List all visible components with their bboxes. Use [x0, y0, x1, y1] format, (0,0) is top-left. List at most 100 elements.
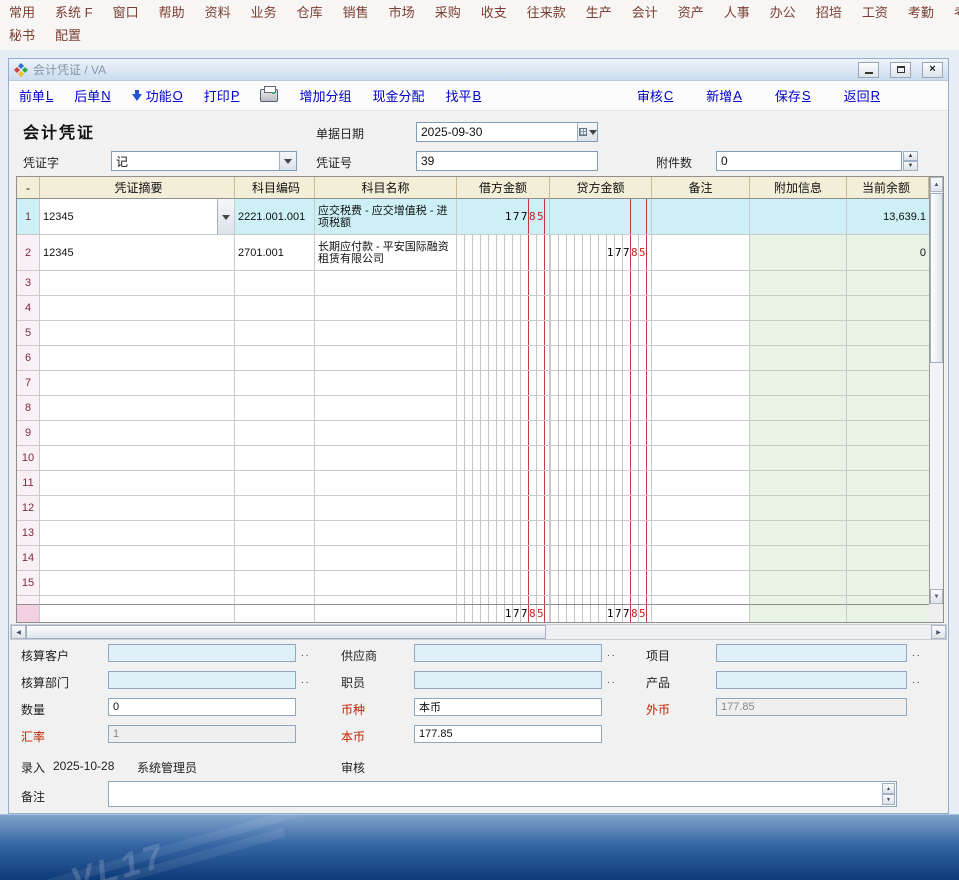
department-browse-button[interactable]: .. — [301, 675, 311, 686]
menu-item[interactable]: 销售 — [343, 2, 369, 21]
cell-summary[interactable] — [40, 571, 235, 596]
cell-extra-info[interactable] — [750, 571, 847, 596]
cell-debit[interactable] — [457, 596, 550, 604]
product-browse-button[interactable]: .. — [912, 675, 922, 686]
cell-summary[interactable] — [40, 396, 235, 421]
cell-remark[interactable] — [652, 496, 750, 521]
cell-credit[interactable] — [550, 446, 652, 471]
spinner-down-button[interactable]: ▼ — [882, 794, 895, 805]
close-button[interactable]: × — [922, 62, 943, 78]
scroll-left-button[interactable]: ◀ — [11, 625, 26, 639]
row-number[interactable] — [17, 604, 40, 622]
summary-dropdown-button[interactable] — [217, 199, 234, 234]
menu-item[interactable]: 招培 — [816, 2, 842, 21]
cell-remark[interactable] — [652, 471, 750, 496]
cell-debit[interactable] — [457, 235, 550, 271]
cell-account-code[interactable]: 2701.001 — [235, 235, 315, 271]
project-browse-button[interactable]: .. — [912, 648, 922, 659]
staff-input[interactable] — [414, 671, 602, 689]
menu-item[interactable]: 工资 — [862, 2, 888, 21]
cell-remark[interactable] — [652, 521, 750, 546]
toolbar-add-group-button[interactable]: 增加分组 — [299, 86, 351, 105]
row-number[interactable]: 4 — [17, 296, 40, 321]
menu-item[interactable]: 业务 — [251, 2, 277, 21]
menu-item[interactable]: 采购 — [435, 2, 461, 21]
cell-debit[interactable] — [457, 321, 550, 346]
cell-extra-info[interactable] — [750, 596, 847, 604]
cell-credit[interactable] — [550, 346, 652, 371]
cell-summary[interactable] — [40, 271, 235, 296]
date-input[interactable]: 2025-09-30 — [416, 122, 598, 142]
cell-extra-info[interactable] — [750, 321, 847, 346]
row-number[interactable]: 8 — [17, 396, 40, 421]
cell-extra-info[interactable] — [750, 496, 847, 521]
cell-account-code[interactable] — [235, 571, 315, 596]
cell-debit[interactable]: 17785 — [457, 199, 550, 235]
cell-summary[interactable] — [40, 296, 235, 321]
cell-summary[interactable] — [40, 371, 235, 396]
cell-account-code[interactable] — [235, 521, 315, 546]
scroll-down-button[interactable]: ▼ — [930, 589, 943, 604]
department-input[interactable] — [108, 671, 296, 689]
cell-account-name[interactable] — [315, 271, 457, 296]
row-number[interactable] — [17, 596, 40, 604]
cell-account-code[interactable] — [235, 321, 315, 346]
menu-item[interactable]: 常用 — [9, 2, 35, 21]
cell-extra-info[interactable] — [750, 421, 847, 446]
vertical-scroll-thumb[interactable] — [930, 193, 943, 363]
cell-credit[interactable] — [550, 421, 652, 446]
cell-account-code[interactable] — [235, 271, 315, 296]
row-number[interactable]: 1 — [17, 199, 40, 235]
cell-remark[interactable] — [652, 296, 750, 321]
cell-extra-info[interactable] — [750, 346, 847, 371]
row-number[interactable]: 9 — [17, 421, 40, 446]
cell-summary[interactable]: 12345 — [40, 199, 235, 235]
cell-account-code[interactable] — [235, 604, 315, 622]
toolbar-new-button[interactable]: 新增A — [706, 86, 742, 105]
supplier-browse-button[interactable]: .. — [607, 648, 617, 659]
cell-extra-info[interactable] — [750, 471, 847, 496]
quantity-input[interactable]: 0 — [108, 698, 296, 716]
cell-summary[interactable] — [40, 346, 235, 371]
menu-item[interactable]: 办公 — [770, 2, 796, 21]
cell-account-name[interactable] — [315, 546, 457, 571]
cell-account-name[interactable] — [315, 321, 457, 346]
cell-remark[interactable] — [652, 596, 750, 604]
menu-item[interactable]: 资产 — [678, 2, 704, 21]
row-number[interactable]: 5 — [17, 321, 40, 346]
row-number[interactable]: 6 — [17, 346, 40, 371]
cell-account-code[interactable] — [235, 371, 315, 396]
toolbar-save-button[interactable]: 保存S — [775, 86, 811, 105]
cell-summary[interactable] — [40, 496, 235, 521]
toolbar-audit-button[interactable]: 审核C — [637, 86, 673, 105]
cell-account-code[interactable] — [235, 596, 315, 604]
cell-credit[interactable] — [550, 296, 652, 321]
spinner-up-button[interactable]: ▲ — [903, 151, 918, 161]
cell-summary[interactable] — [40, 546, 235, 571]
cell-summary[interactable] — [40, 604, 235, 622]
cell-debit[interactable] — [457, 496, 550, 521]
cell-extra-info[interactable] — [750, 271, 847, 296]
menu-item[interactable]: 秘书 — [9, 25, 35, 44]
cell-summary[interactable] — [40, 421, 235, 446]
cell-debit[interactable] — [457, 371, 550, 396]
cell-account-name[interactable] — [315, 346, 457, 371]
cell-summary[interactable]: 12345 — [40, 235, 235, 271]
cell-account-name[interactable] — [315, 371, 457, 396]
cell-credit[interactable] — [550, 321, 652, 346]
cell-remark[interactable] — [652, 421, 750, 446]
cell-account-code[interactable] — [235, 296, 315, 321]
cell-debit[interactable] — [457, 521, 550, 546]
cell-account-name[interactable]: 应交税费 - 应交增值税 - 进项税额 — [315, 199, 457, 235]
supplier-input[interactable] — [414, 644, 602, 662]
calendar-dropdown-button[interactable] — [577, 123, 597, 141]
project-input[interactable] — [716, 644, 907, 662]
cell-remark[interactable] — [652, 396, 750, 421]
cell-extra-info[interactable] — [750, 521, 847, 546]
row-number[interactable]: 11 — [17, 471, 40, 496]
cell-credit[interactable] — [550, 546, 652, 571]
menu-item[interactable]: 仓库 — [297, 2, 323, 21]
cell-credit[interactable]: 17785 — [550, 604, 652, 622]
scroll-up-button[interactable]: ▲ — [930, 177, 943, 192]
minimize-button[interactable] — [858, 62, 879, 78]
